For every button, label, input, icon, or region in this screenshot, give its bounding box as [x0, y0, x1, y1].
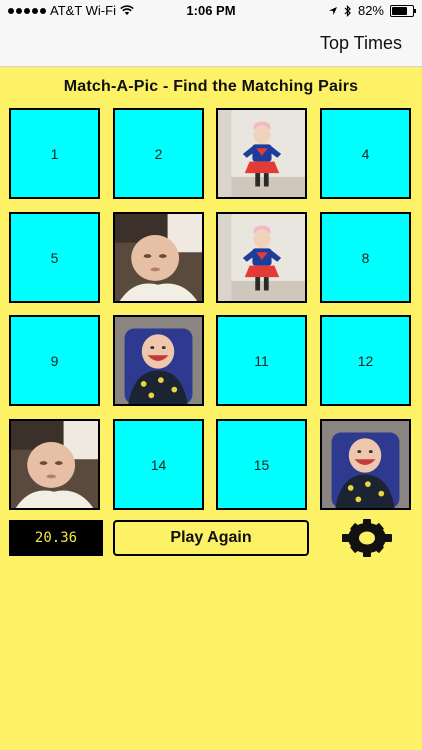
card-hidden[interactable]: 1 [9, 108, 100, 199]
card-girl-superhero-costume[interactable] [216, 108, 307, 199]
bluetooth-icon [344, 4, 351, 17]
card-number: 4 [361, 145, 370, 162]
card-number: 8 [361, 249, 370, 266]
card-hidden[interactable]: 5 [9, 212, 100, 303]
gear-icon[interactable] [340, 518, 394, 558]
card-smiling-baby-high-chair[interactable] [320, 419, 411, 510]
card-hidden[interactable]: 2 [113, 108, 204, 199]
card-number: 5 [50, 249, 59, 266]
timer-display: 20.36 [9, 520, 103, 556]
card-hidden[interactable]: 4 [320, 108, 411, 199]
card-hidden[interactable]: 12 [320, 315, 411, 406]
card-hidden[interactable]: 15 [216, 419, 307, 510]
card-hidden[interactable]: 11 [216, 315, 307, 406]
card-number: 14 [150, 456, 167, 473]
card-number: 2 [154, 145, 163, 162]
card-hidden[interactable]: 14 [113, 419, 204, 510]
card-smiling-baby-high-chair[interactable] [113, 315, 204, 406]
battery-icon [390, 4, 416, 17]
card-number: 1 [50, 145, 59, 162]
card-grid: 12 45 89 11 12 14 15 [9, 108, 415, 512]
navigation-bar: Top Times [0, 22, 422, 67]
status-bar: AT&T Wi-Fi 1:06 PM 82% [0, 0, 422, 22]
card-girl-superhero-costume[interactable] [216, 212, 307, 303]
play-again-button[interactable]: Play Again [113, 520, 309, 556]
card-number: 11 [254, 352, 269, 369]
game-title: Match-A-Pic - Find the Matching Pairs [63, 78, 359, 95]
location-icon [328, 6, 337, 15]
card-hidden[interactable]: 8 [320, 212, 411, 303]
top-times-button[interactable]: Top Times [320, 33, 402, 54]
battery-percent: 82% [357, 3, 384, 18]
card-number: 12 [357, 352, 374, 369]
card-newborn-baby[interactable] [113, 212, 204, 303]
card-newborn-baby[interactable] [9, 419, 100, 510]
card-number: 9 [50, 352, 59, 369]
battery-fill [392, 6, 407, 15]
card-hidden[interactable]: 9 [9, 315, 100, 406]
status-right: 82% [328, 3, 416, 18]
card-number: 15 [253, 456, 270, 473]
